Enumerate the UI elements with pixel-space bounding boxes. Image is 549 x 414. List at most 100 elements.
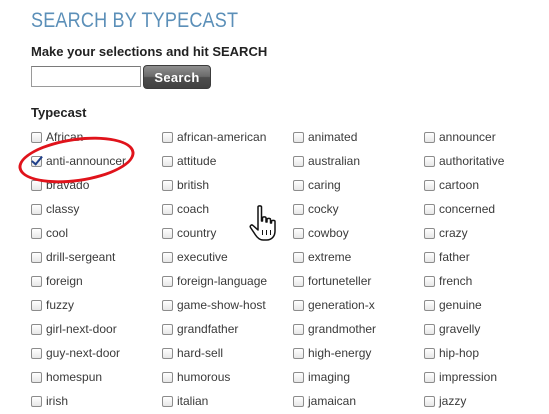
typecast-option[interactable]: italian [162,389,293,413]
checkbox[interactable] [424,299,435,311]
typecast-option[interactable]: foreign [31,269,162,293]
checkbox[interactable] [162,155,173,167]
checkbox[interactable] [293,131,304,143]
typecast-option[interactable]: homespun [31,365,162,389]
typecast-option[interactable]: african-american [162,125,293,149]
checkbox[interactable] [424,227,435,239]
checkbox[interactable] [293,323,304,335]
checkbox[interactable] [424,323,435,335]
typecast-option[interactable]: cartoon [424,173,549,197]
search-input[interactable] [31,66,141,87]
checkbox[interactable] [31,203,42,215]
typecast-option[interactable]: anti-announcer [31,149,162,173]
checkbox[interactable] [31,251,42,263]
typecast-option[interactable]: cocky [293,197,424,221]
typecast-option[interactable]: concerned [424,197,549,221]
typecast-option[interactable]: classy [31,197,162,221]
checkbox[interactable] [293,227,304,239]
typecast-option[interactable]: bravado [31,173,162,197]
checkbox[interactable] [162,323,173,335]
typecast-option[interactable]: generation-x [293,293,424,317]
checkbox[interactable] [31,323,42,335]
typecast-option[interactable]: girl-next-door [31,317,162,341]
search-button[interactable]: Search [143,65,211,89]
typecast-option[interactable]: grandmother [293,317,424,341]
checkbox[interactable] [424,131,435,143]
typecast-option[interactable]: british [162,173,293,197]
checkbox[interactable] [293,275,304,287]
typecast-option[interactable]: irish [31,389,162,413]
typecast-option[interactable]: authoritative [424,149,549,173]
typecast-option[interactable]: fuzzy [31,293,162,317]
typecast-option[interactable]: grandfather [162,317,293,341]
checkbox[interactable] [162,227,173,239]
typecast-option[interactable]: jazzy [424,389,549,413]
checkbox[interactable] [424,251,435,263]
checkbox[interactable] [293,347,304,359]
checkbox[interactable] [424,179,435,191]
typecast-option[interactable]: animated [293,125,424,149]
checkbox[interactable] [162,299,173,311]
checkbox[interactable] [162,371,173,383]
checkbox[interactable] [293,299,304,311]
typecast-option[interactable]: foreign-language [162,269,293,293]
typecast-option[interactable]: drill-sergeant [31,245,162,269]
checkbox[interactable] [424,155,435,167]
checkbox[interactable] [293,371,304,383]
typecast-option[interactable]: country [162,221,293,245]
checkbox[interactable] [162,251,173,263]
checkbox[interactable] [162,179,173,191]
typecast-option[interactable]: imaging [293,365,424,389]
typecast-option[interactable]: cool [31,221,162,245]
checkbox[interactable] [162,131,173,143]
typecast-option[interactable]: impression [424,365,549,389]
checkbox[interactable] [31,347,42,359]
checkbox[interactable] [424,203,435,215]
checkbox[interactable] [162,275,173,287]
typecast-option[interactable]: game-show-host [162,293,293,317]
checkbox[interactable] [31,395,42,407]
checkbox[interactable] [162,203,173,215]
typecast-option[interactable]: australian [293,149,424,173]
checkbox[interactable] [293,203,304,215]
checkbox[interactable] [31,275,42,287]
typecast-option[interactable]: African [31,125,162,149]
checkbox[interactable] [293,251,304,263]
checkbox-checked[interactable] [31,155,42,167]
checkbox[interactable] [424,347,435,359]
checkbox[interactable] [31,371,42,383]
typecast-option[interactable]: gravelly [424,317,549,341]
typecast-option[interactable]: fortuneteller [293,269,424,293]
typecast-option[interactable]: attitude [162,149,293,173]
typecast-option[interactable]: father [424,245,549,269]
typecast-option[interactable]: caring [293,173,424,197]
typecast-option[interactable]: extreme [293,245,424,269]
typecast-option[interactable]: genuine [424,293,549,317]
checkbox[interactable] [424,275,435,287]
typecast-option[interactable]: jamaican [293,389,424,413]
checkbox[interactable] [424,371,435,383]
typecast-option[interactable]: humorous [162,365,293,389]
typecast-option[interactable]: announcer [424,125,549,149]
typecast-option[interactable]: executive [162,245,293,269]
typecast-option-label: high-energy [308,346,372,360]
checkbox[interactable] [293,395,304,407]
typecast-option[interactable]: coach [162,197,293,221]
checkbox[interactable] [162,347,173,359]
checkbox[interactable] [162,395,173,407]
checkbox[interactable] [424,395,435,407]
checkbox[interactable] [31,227,42,239]
checkbox[interactable] [31,179,42,191]
checkbox[interactable] [293,179,304,191]
typecast-option[interactable]: guy-next-door [31,341,162,365]
typecast-option[interactable]: cowboy [293,221,424,245]
typecast-option[interactable]: crazy [424,221,549,245]
typecast-option[interactable]: hard-sell [162,341,293,365]
typecast-option[interactable]: high-energy [293,341,424,365]
checkbox[interactable] [31,131,42,143]
typecast-option[interactable]: hip-hop [424,341,549,365]
checkbox[interactable] [293,155,304,167]
typecast-option[interactable]: french [424,269,549,293]
typecast-option-label: grandfather [177,322,239,336]
checkbox[interactable] [31,299,42,311]
